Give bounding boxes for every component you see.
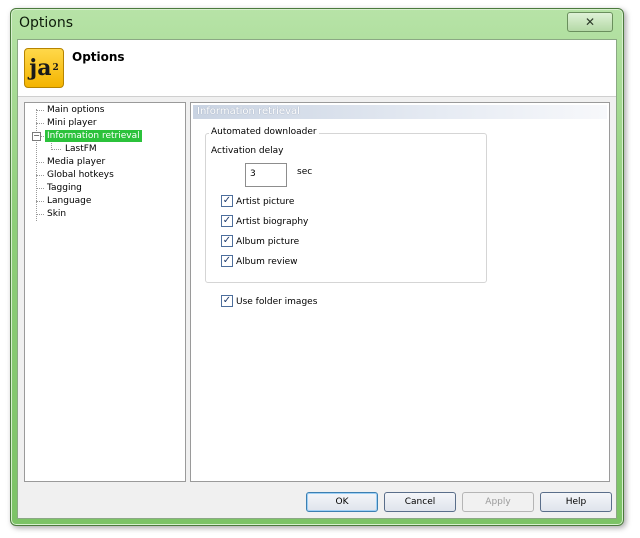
tree-item-tagging[interactable]: Tagging	[45, 182, 84, 194]
app-logo-icon: ja 2	[24, 48, 64, 88]
tree-connector	[41, 136, 44, 137]
tree-item-main-options[interactable]: Main options	[45, 104, 107, 116]
artist-biography-label: Artist biography	[236, 217, 309, 227]
options-tree[interactable]: − Main options Mini player Information r…	[24, 102, 186, 482]
tree-item-media-player[interactable]: Media player	[45, 156, 107, 168]
activation-delay-label: Activation delay	[211, 146, 284, 156]
tree-item-skin[interactable]: Skin	[45, 208, 68, 220]
dialog-client: ja 2 Options − Main options Mini player I…	[17, 39, 617, 519]
window-title: Options	[19, 15, 74, 31]
tree-expander[interactable]: −	[32, 132, 41, 141]
artist-biography-checkbox[interactable]: ✓	[221, 215, 233, 227]
use-folder-images-checkbox[interactable]: ✓	[221, 295, 233, 307]
logo-text: ja	[29, 55, 52, 81]
tree-connector	[36, 175, 44, 176]
tree-item-lastfm[interactable]: LastFM	[63, 143, 99, 155]
tree-item-global-hotkeys[interactable]: Global hotkeys	[45, 169, 116, 181]
cancel-button[interactable]: Cancel	[384, 492, 456, 512]
logo-sup: 2	[52, 63, 59, 73]
help-button[interactable]: Help	[540, 492, 612, 512]
settings-panel: Information retrieval Automated download…	[190, 102, 610, 482]
tree-connector	[36, 123, 44, 124]
album-picture-label: Album picture	[236, 237, 300, 247]
close-icon: ✕	[584, 15, 596, 29]
dialog-header: ja 2 Options	[18, 40, 616, 97]
tree-connector	[36, 110, 44, 111]
tree-connector	[36, 162, 44, 163]
artist-picture-label: Artist picture	[236, 197, 295, 207]
tree-connector	[36, 109, 37, 221]
apply-button[interactable]: Apply	[462, 492, 534, 512]
tree-connector	[51, 149, 61, 150]
tree-connector	[36, 214, 44, 215]
activation-delay-input[interactable]: 3	[245, 163, 287, 187]
use-folder-images-label: Use folder images	[236, 297, 318, 307]
tree-item-mini-player[interactable]: Mini player	[45, 117, 99, 129]
artist-picture-checkbox[interactable]: ✓	[221, 195, 233, 207]
album-review-checkbox[interactable]: ✓	[221, 255, 233, 267]
tree-connector	[36, 188, 44, 189]
panel-header: Information retrieval	[193, 105, 607, 119]
ok-button[interactable]: OK	[306, 492, 378, 512]
tree-item-information-retrieval[interactable]: Information retrieval	[45, 130, 142, 142]
tree-item-language[interactable]: Language	[45, 195, 93, 207]
tree-connector	[36, 201, 44, 202]
album-picture-checkbox[interactable]: ✓	[221, 235, 233, 247]
header-title: Options	[72, 50, 125, 64]
group-legend: Automated downloader	[209, 127, 319, 137]
album-review-label: Album review	[236, 257, 298, 267]
activation-delay-unit: sec	[297, 167, 313, 177]
close-button[interactable]: ✕	[567, 12, 613, 32]
options-window: Options ✕ ja 2 Options − Main options Mi…	[10, 8, 624, 526]
